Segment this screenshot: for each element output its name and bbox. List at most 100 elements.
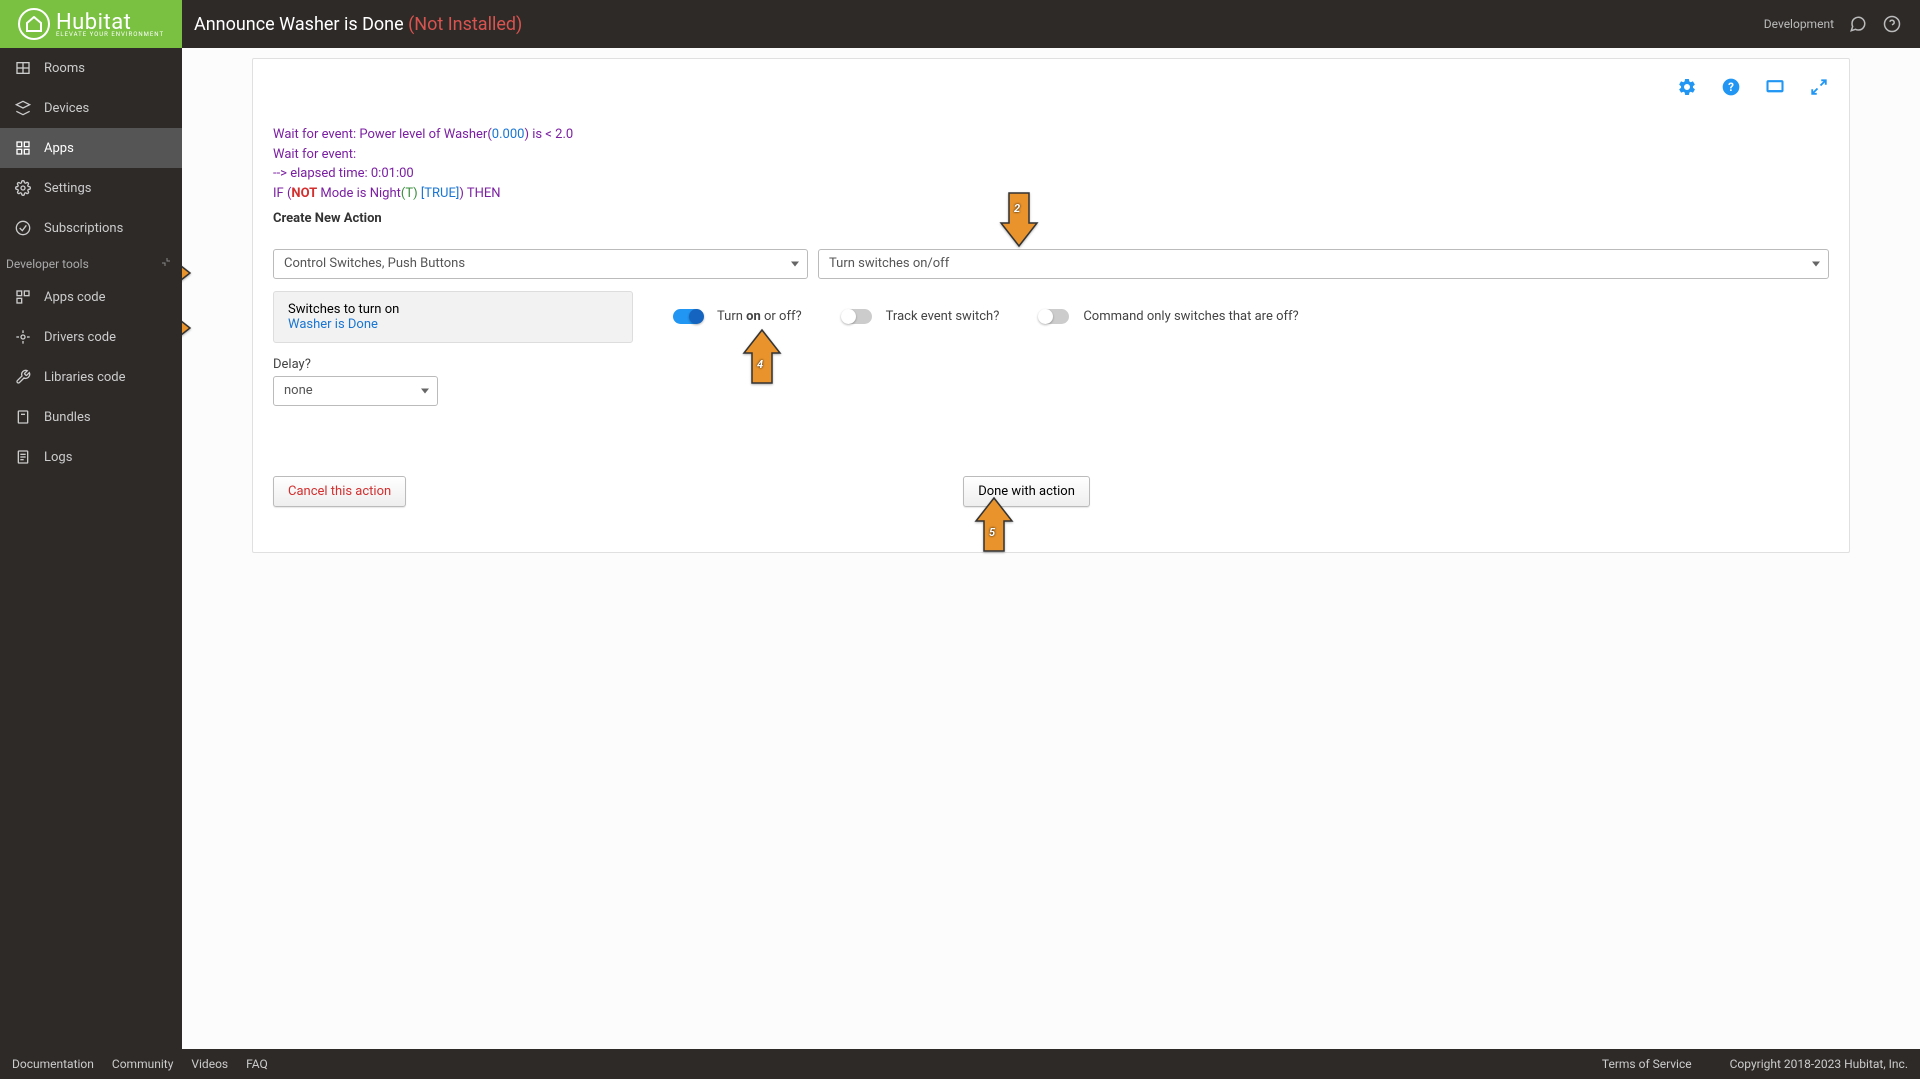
page-title: Announce Washer is Done (Not Installed) — [194, 14, 522, 35]
nav-label: Apps code — [44, 290, 105, 305]
subscriptions-icon — [14, 219, 32, 237]
annotation-arrow-2: 2 — [999, 188, 1039, 252]
command-only-toggle[interactable] — [1039, 309, 1069, 324]
logo-subtitle: ELEVATE YOUR ENVIRONMENT — [56, 31, 164, 38]
libraries-icon — [14, 368, 32, 386]
log-then: ) THEN — [459, 186, 500, 201]
svg-text:?: ? — [1728, 80, 1734, 94]
footer-documentation[interactable]: Documentation — [12, 1057, 94, 1071]
log-if: IF ( — [273, 186, 291, 201]
content-area: ? Wait for event: Power level of Washer(… — [182, 48, 1920, 1049]
action-subtype-select[interactable]: Turn switches on/off — [818, 249, 1829, 279]
logo-icon — [18, 8, 50, 40]
select-value: Turn switches on/off — [829, 256, 949, 271]
select-value: none — [284, 383, 313, 398]
toggle-label: Command only switches that are off? — [1083, 309, 1298, 324]
sidebar-item-bundles[interactable]: Bundles — [0, 397, 182, 437]
gear-icon[interactable] — [1677, 77, 1697, 97]
nav-label: Apps — [44, 141, 74, 156]
chat-icon[interactable] — [1848, 14, 1868, 34]
logs-icon — [14, 448, 32, 466]
toolbar: ? — [273, 77, 1829, 97]
dev-tools-header[interactable]: Developer tools — [0, 248, 182, 277]
nav-label: Rooms — [44, 61, 85, 76]
log-cond: Mode is Night — [317, 186, 401, 201]
log-not: NOT — [291, 186, 317, 201]
on-off-toggle[interactable] — [673, 309, 703, 324]
dev-label: Development — [1764, 17, 1834, 31]
turn-on-off-group: Turn on or off? — [673, 309, 802, 324]
log-text: --> elapsed time: 0:01:00 — [273, 164, 1829, 184]
monitor-icon[interactable] — [1765, 77, 1785, 97]
track-event-group: Track event switch? — [842, 309, 1000, 324]
nav-label: Bundles — [44, 410, 91, 425]
help-icon[interactable] — [1882, 14, 1902, 34]
collapse-icon[interactable] — [160, 256, 172, 271]
help-circle-icon[interactable]: ? — [1721, 77, 1741, 97]
select-value: Control Switches, Push Buttons — [284, 256, 465, 271]
devices-icon — [14, 99, 32, 117]
delay-label: Delay? — [273, 357, 1829, 372]
footer-faq[interactable]: FAQ — [246, 1057, 268, 1071]
action-type-row: Control Switches, Push Buttons Turn swit… — [273, 249, 1829, 279]
footer: Documentation Community Videos FAQ Terms… — [0, 1049, 1920, 1079]
sidebar-item-logs[interactable]: Logs — [0, 437, 182, 477]
nav-label: Logs — [44, 450, 72, 465]
sidebar-item-subscriptions[interactable]: Subscriptions — [0, 208, 182, 248]
drivers-code-icon — [14, 328, 32, 346]
apps-icon — [14, 139, 32, 157]
title-text: Announce Washer is Done — [194, 14, 404, 35]
toggle-label: Track event switch? — [886, 309, 1000, 324]
nav-label: Devices — [44, 101, 89, 116]
switches-value: Washer is Done — [288, 317, 618, 332]
annotation-arrow-4: 4 — [742, 328, 782, 392]
toggle-label: Turn on or off? — [717, 309, 802, 324]
rooms-icon — [14, 59, 32, 77]
apps-code-icon — [14, 288, 32, 306]
sidebar-item-devices[interactable]: Devices — [0, 88, 182, 128]
sidebar-item-libraries-code[interactable]: Libraries code — [0, 357, 182, 397]
sidebar-item-apps-code[interactable]: Apps code — [0, 277, 182, 317]
footer-terms[interactable]: Terms of Service — [1602, 1057, 1692, 1071]
action-category-select[interactable]: Control Switches, Push Buttons — [273, 249, 808, 279]
cancel-button[interactable]: Cancel this action — [273, 476, 406, 507]
sidebar-item-settings[interactable]: Settings — [0, 168, 182, 208]
annotation-arrow-1: 1 — [182, 253, 192, 297]
command-only-group: Command only switches that are off? — [1039, 309, 1298, 324]
bundles-icon — [14, 408, 32, 426]
nav-label: Drivers code — [44, 330, 116, 345]
log-text: Wait for event: Power level of Washer( — [273, 127, 492, 142]
delay-select[interactable]: none — [273, 376, 438, 406]
rule-log: Wait for event: Power level of Washer(0.… — [273, 125, 1829, 229]
sidebar-item-rooms[interactable]: Rooms — [0, 48, 182, 88]
log-text: Wait for event: — [273, 145, 1829, 165]
dev-tools-label: Developer tools — [6, 257, 89, 271]
header-right: Development — [1764, 14, 1920, 34]
footer-videos[interactable]: Videos — [191, 1057, 228, 1071]
footer-copyright: Copyright 2018-2023 Hubitat, Inc. — [1730, 1057, 1908, 1071]
track-event-toggle[interactable] — [842, 309, 872, 324]
action-buttons: Cancel this action Done with action — [273, 476, 1829, 507]
caret-down-icon — [421, 388, 429, 393]
log-t: (T) — [401, 186, 418, 201]
nav-label: Subscriptions — [44, 221, 123, 236]
sidebar-item-apps[interactable]: Apps — [0, 128, 182, 168]
section-title: Create New Action — [273, 209, 1829, 229]
install-status: (Not Installed) — [408, 14, 522, 35]
switches-config-row: Switches to turn on Washer is Done Turn … — [273, 291, 1829, 343]
log-true: [TRUE] — [418, 186, 460, 201]
expand-icon[interactable] — [1809, 77, 1829, 97]
sidebar: Rooms Devices Apps Settings Subscription… — [0, 48, 182, 1049]
log-text: ) is < 2.0 — [524, 127, 573, 142]
nav-label: Libraries code — [44, 370, 126, 385]
switches-select[interactable]: Switches to turn on Washer is Done — [273, 291, 633, 343]
log-value: 0.000 — [492, 127, 525, 142]
logo[interactable]: Hubitat ELEVATE YOUR ENVIRONMENT — [0, 0, 182, 48]
settings-icon — [14, 179, 32, 197]
header: Hubitat ELEVATE YOUR ENVIRONMENT Announc… — [0, 0, 1920, 48]
nav-label: Settings — [44, 181, 91, 196]
sidebar-item-drivers-code[interactable]: Drivers code — [0, 317, 182, 357]
footer-community[interactable]: Community — [112, 1057, 173, 1071]
annotation-arrow-3: 3 — [182, 308, 192, 352]
caret-down-icon — [1812, 261, 1820, 266]
